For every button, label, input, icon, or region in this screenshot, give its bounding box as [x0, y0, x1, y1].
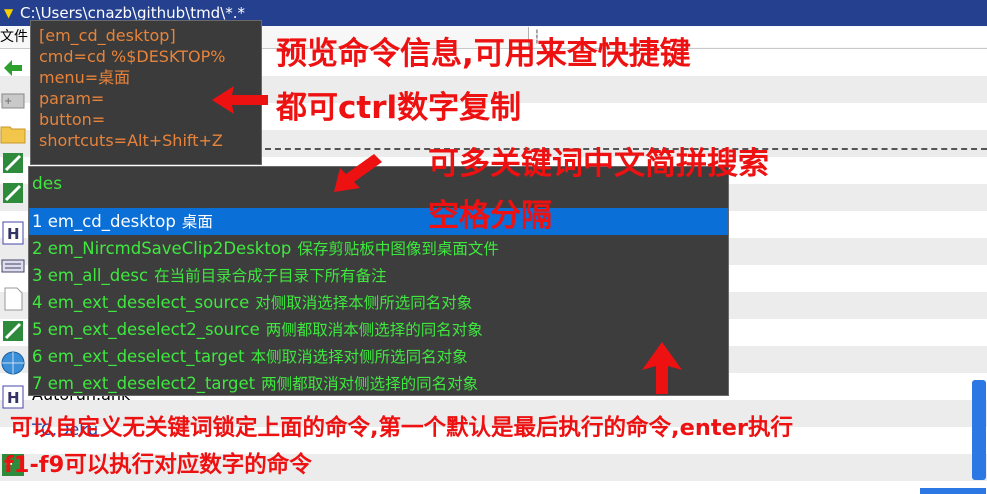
- result-item[interactable]: 5 em_ext_deselect2_source 两侧都取消本侧选择的同名对象: [29, 316, 728, 343]
- result-index: 1: [32, 212, 43, 231]
- svg-text:+: +: [4, 96, 12, 107]
- annotation-arrow-icon: [334, 154, 382, 192]
- result-item[interactable]: 4 em_ext_deselect_source 对侧取消选择本侧所选同名对象: [29, 289, 728, 316]
- scrollbar-thumb[interactable]: [972, 380, 986, 480]
- result-description: 对侧取消选择本侧所选同名对象: [255, 294, 473, 312]
- result-description: 桌面: [181, 213, 213, 231]
- document-icon: [4, 287, 23, 311]
- keyboard-icon: [1, 259, 25, 273]
- result-command: em_NircmdSaveClip2Desktop: [47, 239, 292, 258]
- info-line: shortcuts=Alt+Shift+Z: [39, 131, 223, 150]
- svg-text:H: H: [7, 225, 20, 243]
- info-line: [em_cd_desktop]: [39, 26, 176, 45]
- annotation-f1-f9: f1-f9可以执行对应数字的命令: [4, 452, 312, 478]
- result-list: 1 em_cd_desktop 桌面 2 em_NircmdSaveClip2De…: [29, 208, 728, 397]
- h-file-icon: H: [2, 221, 24, 245]
- annotation-space-separator: 空格分隔: [428, 198, 552, 234]
- annotation-multi-keyword: 可多关键词中文简拼搜索: [428, 146, 769, 182]
- result-item[interactable]: 1 em_cd_desktop 桌面: [29, 208, 728, 235]
- result-index: 5: [32, 320, 43, 339]
- result-description: 保存剪贴板中图像到桌面文件: [297, 240, 499, 258]
- result-command: em_cd_desktop: [47, 212, 176, 231]
- annotation-custom-keyword: 可以自定义无关键词锁定上面的命令,第一个默认是最后执行的命令,enter执行: [10, 415, 793, 441]
- globe-icon: [1, 351, 25, 375]
- menu-file[interactable]: 文件: [0, 26, 28, 48]
- annotation-ctrl-copy: 都可ctrl数字复制: [276, 90, 522, 126]
- result-command: em_all_desc: [47, 266, 149, 285]
- info-line: cmd=cd %$DESKTOP%: [39, 47, 226, 66]
- result-index: 6: [32, 347, 43, 366]
- folder-icon: [0, 126, 26, 144]
- tool-icon: [3, 321, 23, 341]
- tool-icon: [3, 183, 23, 203]
- title-menu-arrow-icon[interactable]: ▼: [4, 0, 13, 26]
- result-description: 两侧都取消本侧选择的同名对象: [265, 321, 483, 339]
- back-arrow-icon[interactable]: [0, 54, 26, 80]
- h-file-icon: H: [2, 385, 24, 409]
- scrollbar-horizontal[interactable]: [920, 488, 986, 494]
- result-command: em_ext_deselect2_source: [47, 320, 260, 339]
- annotation-arrow-icon: [212, 86, 268, 114]
- result-index: 3: [32, 266, 43, 285]
- annotation-arrow-icon: [642, 342, 682, 394]
- result-command: em_ext_deselect_target: [47, 347, 245, 366]
- result-command: em_ext_deselect_source: [47, 293, 250, 312]
- svg-text:H: H: [7, 389, 20, 407]
- tool-icon: [3, 153, 23, 173]
- result-item[interactable]: 2 em_NircmdSaveClip2Desktop 保存剪贴板中图像到桌面文件: [29, 235, 728, 262]
- result-index: 4: [32, 293, 43, 312]
- result-command: em_ext_deselect2_target: [47, 374, 256, 393]
- result-description: 在当前目录合成子目录下所有备注: [154, 267, 387, 285]
- result-index: 2: [32, 239, 43, 258]
- result-item[interactable]: 7 em_ext_deselect2_target 两侧都取消对侧选择的同名对象: [29, 370, 728, 397]
- result-description: 本侧取消选择对侧所选同名对象: [250, 348, 468, 366]
- result-index: 7: [32, 374, 43, 393]
- folder-add-icon: +: [1, 93, 25, 109]
- result-description: 两侧都取消对侧选择的同名对象: [261, 375, 479, 393]
- annotation-preview-info: 预览命令信息,可用来查快捷键: [276, 36, 691, 72]
- result-item[interactable]: 3 em_all_desc 在当前目录合成子目录下所有备注: [29, 262, 728, 289]
- command-search-popup: 1 em_cd_desktop 桌面 2 em_NircmdSaveClip2De…: [28, 166, 729, 396]
- result-item[interactable]: 6 em_ext_deselect_target 本侧取消选择对侧所选同名对象: [29, 343, 728, 370]
